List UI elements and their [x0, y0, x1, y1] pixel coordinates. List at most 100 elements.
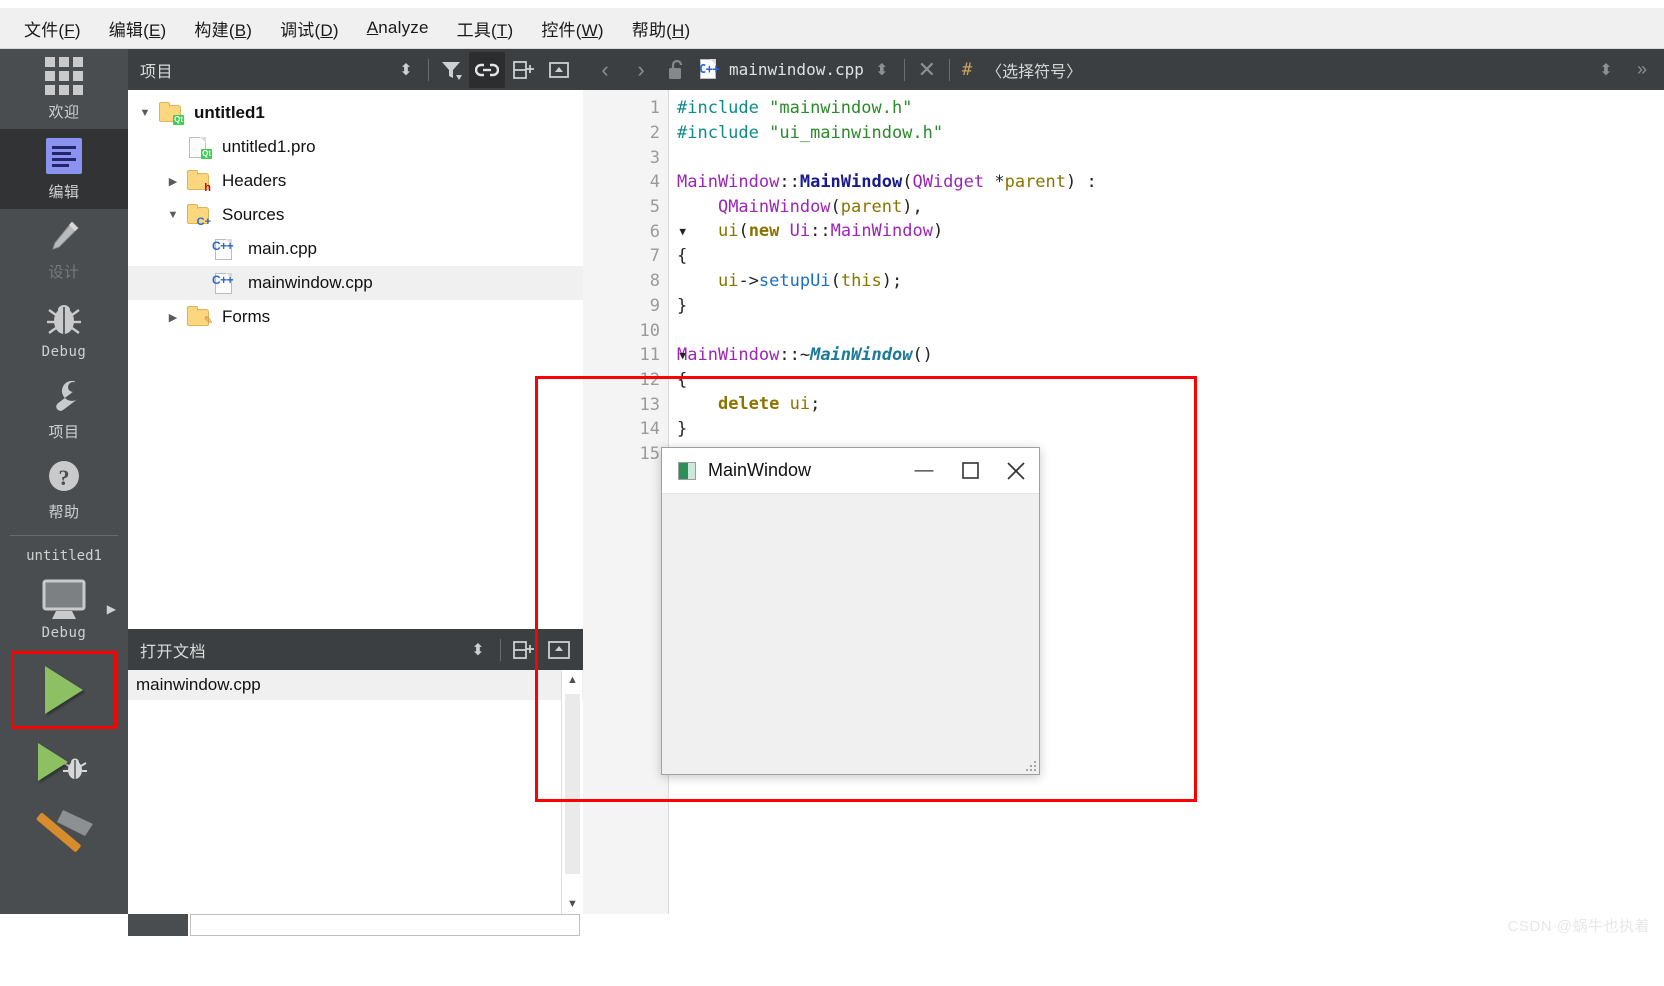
start-debugging-button[interactable] — [14, 726, 114, 798]
fold-marker-icon[interactable]: ▼ — [679, 349, 686, 362]
mode-selector-sidebar: 欢迎 编辑 设计 Debug 项目 ? 帮助 untitled1 ▶ Debug — [0, 49, 128, 986]
list-item[interactable]: mainwindow.cpp — [128, 670, 583, 700]
line-number: 13 — [639, 394, 660, 415]
close-button[interactable] — [993, 448, 1039, 494]
link-icon[interactable] — [469, 51, 505, 88]
headers-folder-icon: h — [186, 169, 212, 194]
hammer-icon — [36, 810, 93, 852]
search-input[interactable] — [190, 914, 580, 936]
build-button[interactable] — [14, 798, 114, 870]
navigate-forward-button[interactable]: › — [623, 52, 659, 88]
code-line[interactable]: QMainWindow(parent), — [677, 195, 1664, 220]
twisty-icon[interactable]: ▼ — [160, 209, 186, 221]
run-button[interactable] — [11, 651, 117, 729]
sidebar-item-help[interactable]: ? 帮助 — [0, 449, 128, 529]
scroll-up-arrow-icon[interactable]: ▲ — [562, 670, 583, 690]
code-line[interactable]: } — [677, 294, 1664, 319]
tree-item-untitled1-pro[interactable]: Qt untitled1.pro — [128, 130, 583, 164]
tree-item-forms[interactable]: ▶ ✎ Forms — [128, 300, 583, 334]
menu-edit[interactable]: 编辑(E) — [95, 12, 181, 45]
mainwindow-app-window[interactable]: MainWindow — — [661, 447, 1040, 775]
mainwindow-central-widget[interactable] — [662, 494, 1039, 774]
project-panel-sort-button[interactable]: ⬍ — [388, 52, 424, 88]
maximize-button[interactable] — [947, 448, 993, 494]
split-icon[interactable] — [505, 632, 541, 668]
code-line[interactable]: #include "mainwindow.h" — [677, 96, 1664, 121]
code-line[interactable]: { — [677, 368, 1664, 393]
filter-icon[interactable] — [433, 52, 469, 88]
sources-folder-icon: C+ — [186, 203, 212, 228]
code-token: ::~ — [779, 344, 811, 365]
open-documents-sort-button[interactable]: ⬍ — [460, 632, 496, 668]
code-token: } — [677, 418, 688, 439]
kit-expand-arrow[interactable]: ▶ — [107, 602, 116, 616]
scroll-down-arrow-icon[interactable]: ▼ — [562, 894, 583, 914]
hash-icon: # — [961, 59, 973, 80]
twisty-icon[interactable]: ▶ — [160, 311, 186, 324]
line-number: 10 — [639, 320, 660, 341]
sidebar-item-debug[interactable]: Debug — [0, 289, 128, 369]
split-icon[interactable] — [505, 52, 541, 88]
menu-tools[interactable]: 工具(T) — [443, 12, 528, 45]
code-token: this — [840, 270, 882, 291]
editor-outline-dropdown-button[interactable]: ⬍ — [1588, 52, 1624, 88]
toolbar-overflow-button[interactable]: » — [1624, 52, 1660, 88]
code-line[interactable]: delete ui; — [677, 392, 1664, 417]
code-line[interactable] — [677, 318, 1664, 343]
project-panel-header: 项目 ⬍ — [128, 49, 583, 90]
menu-build[interactable]: 构建(B) — [180, 12, 266, 45]
code-line[interactable]: ui(new Ui::MainWindow) — [677, 219, 1664, 244]
symbol-selector-dropdown[interactable]: 〈选择符号〉 — [986, 58, 1082, 82]
sidebar-item-welcome[interactable]: 欢迎 — [0, 49, 128, 129]
sidebar-item-projects[interactable]: 项目 — [0, 369, 128, 449]
twisty-icon[interactable]: ▼ — [132, 107, 158, 119]
menu-widgets[interactable]: 控件(W) — [527, 12, 617, 45]
tree-item-label: Forms — [222, 307, 271, 326]
sidebar-item-design[interactable]: 设计 — [0, 209, 128, 289]
menu-analyze[interactable]: Analyze — [353, 14, 443, 42]
collapse-icon[interactable] — [541, 52, 577, 88]
twisty-icon[interactable]: ▶ — [160, 175, 186, 188]
scrollbar-thumb[interactable] — [565, 694, 580, 874]
menu-debug[interactable]: 调试(D) — [266, 12, 353, 45]
code-line[interactable]: ui->setupUi(this); — [677, 269, 1664, 294]
question-icon: ? — [43, 456, 85, 496]
resize-grip-icon[interactable] — [1024, 759, 1036, 771]
code-line[interactable]: MainWindow::MainWindow(QWidget *parent) … — [677, 170, 1664, 195]
tree-item-main-cpp[interactable]: C++ main.cpp — [128, 232, 583, 266]
close-editor-button[interactable]: ✕ — [909, 52, 945, 88]
tree-item-mainwindow-cpp[interactable]: C++ mainwindow.cpp — [128, 266, 583, 300]
sidebar-scrollbar[interactable]: ▲ ▼ — [561, 670, 582, 914]
code-line[interactable]: } — [677, 417, 1664, 442]
toolbar-divider — [948, 58, 950, 81]
menu-help[interactable]: 帮助(H) — [618, 12, 705, 45]
code-line[interactable]: MainWindow::~MainWindow() — [677, 343, 1664, 368]
tree-item-headers[interactable]: ▶ h Headers — [128, 164, 583, 198]
fold-marker-icon[interactable]: ▼ — [679, 225, 686, 238]
minimize-button[interactable]: — — [901, 448, 947, 494]
editor-file-dropdown-button[interactable]: ⬍ — [864, 52, 900, 88]
sidebar-item-edit[interactable]: 编辑 — [0, 129, 128, 209]
monitor-icon — [34, 579, 94, 620]
code-line[interactable]: #include "ui_mainwindow.h" — [677, 121, 1664, 146]
line-number: 14 — [639, 419, 660, 440]
navigate-back-button[interactable]: ‹ — [587, 52, 623, 88]
menu-file[interactable]: 文件(F) — [10, 12, 95, 45]
tree-item-sources[interactable]: ▼ C+ Sources — [128, 198, 583, 232]
line-number: 11 ▼ — [639, 345, 686, 366]
unlocked-padlock-icon[interactable] — [659, 52, 695, 88]
kit-selector[interactable]: ▶ Debug — [0, 566, 128, 654]
tree-item-label: untitled1 — [194, 103, 265, 122]
edit-icon — [46, 136, 82, 176]
tree-item-untitled1[interactable]: ▼ Qt untitled1 — [128, 96, 583, 130]
code-line[interactable]: { — [677, 244, 1664, 269]
editor-file-indicator[interactable]: C++ mainwindow.cpp — [699, 58, 864, 82]
code-token: ) : — [1066, 172, 1097, 193]
collapse-icon[interactable] — [541, 632, 577, 668]
code-line[interactable] — [677, 145, 1664, 170]
watermark: CSDN @蜗牛也执着 — [1507, 918, 1650, 935]
mainwindow-title-bar[interactable]: MainWindow — — [662, 448, 1039, 494]
code-token: setupUi — [758, 270, 831, 291]
sidebar-item-edit-label: 编辑 — [48, 184, 80, 201]
